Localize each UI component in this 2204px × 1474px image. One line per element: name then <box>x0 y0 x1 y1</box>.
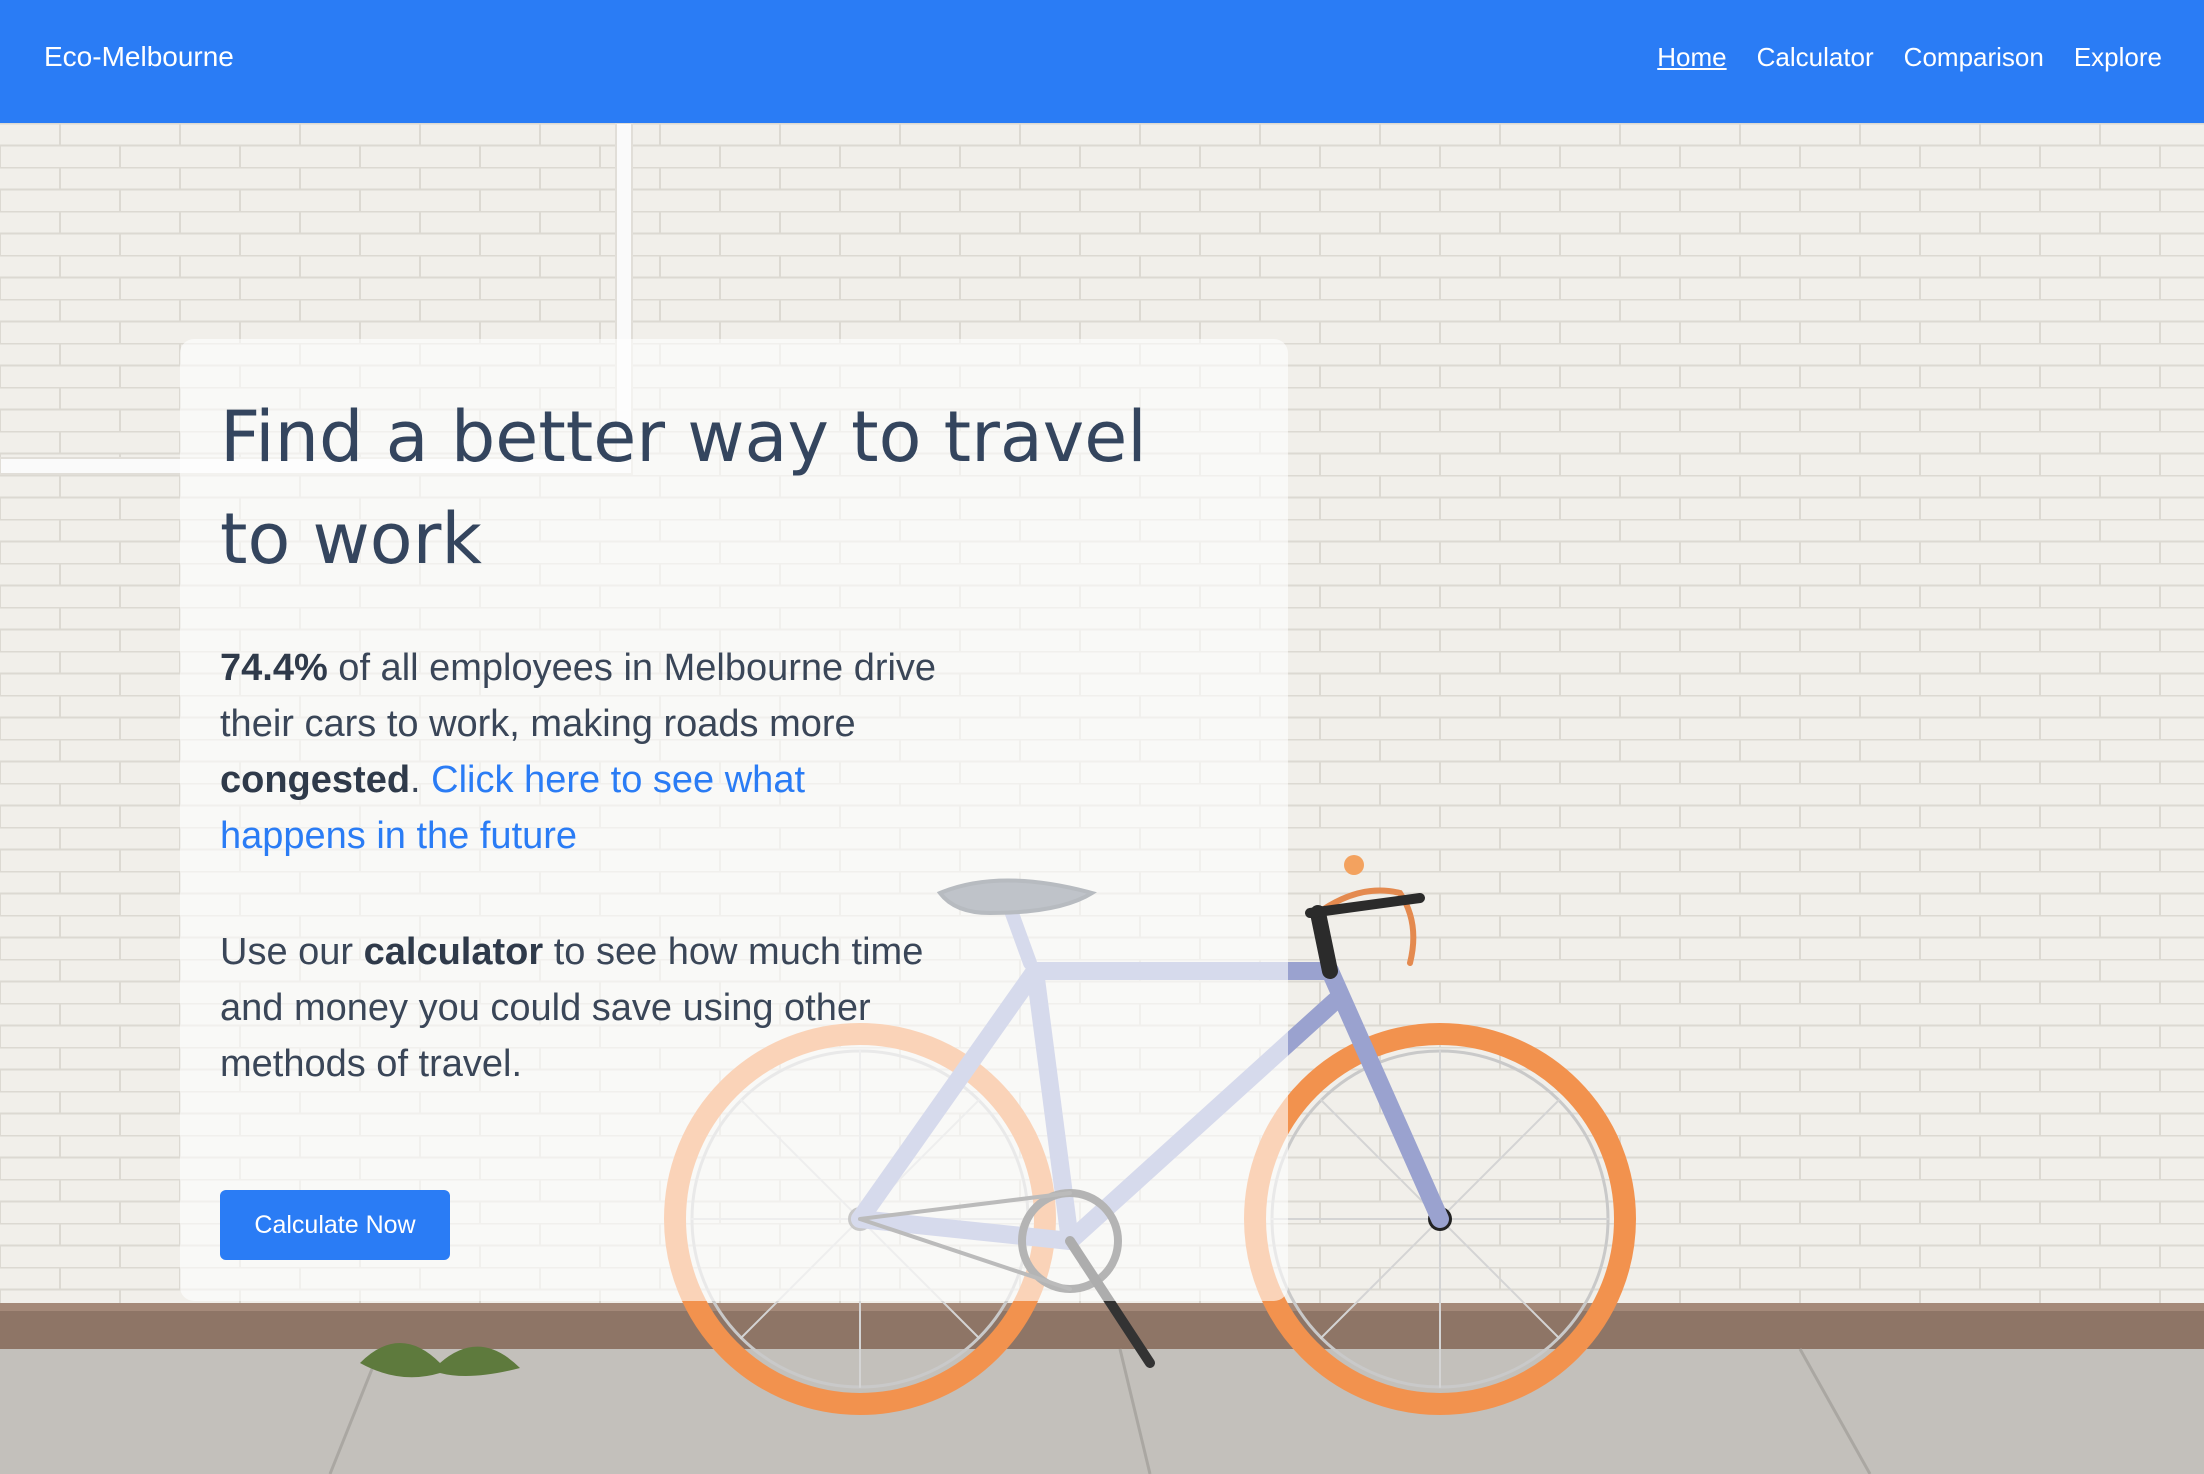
navbar: Eco-Melbourne Home Calculator Comparison… <box>0 0 2204 123</box>
stat-paragraph: 74.4% of all employees in Melbourne driv… <box>220 640 950 864</box>
calculate-now-button[interactable]: Calculate Now <box>220 1190 450 1260</box>
calc-emphasis: calculator <box>363 931 544 973</box>
stat-period: . <box>410 759 432 801</box>
nav-link-home[interactable]: Home <box>1657 38 1726 76</box>
stat-emphasis: congested <box>220 759 411 801</box>
brand-link[interactable]: Eco-Melbourne <box>44 38 234 76</box>
nav-link-explore[interactable]: Explore <box>2074 38 2162 76</box>
nav-links: Home Calculator Comparison Explore <box>1657 38 2162 76</box>
nav-link-calculator[interactable]: Calculator <box>1757 38 1874 76</box>
hero-headline: Find a better way to travel to work <box>220 396 1147 580</box>
calculator-paragraph: Use our calculator to see how much time … <box>220 924 950 1092</box>
stat-text: of all employees in Melbourne drive thei… <box>220 647 937 745</box>
stat-percent: 74.4% <box>220 647 328 689</box>
nav-link-comparison[interactable]: Comparison <box>1904 38 2044 76</box>
calc-prefix: Use our <box>220 931 364 973</box>
page: Eco-Melbourne Home Calculator Comparison… <box>0 0 2204 1474</box>
